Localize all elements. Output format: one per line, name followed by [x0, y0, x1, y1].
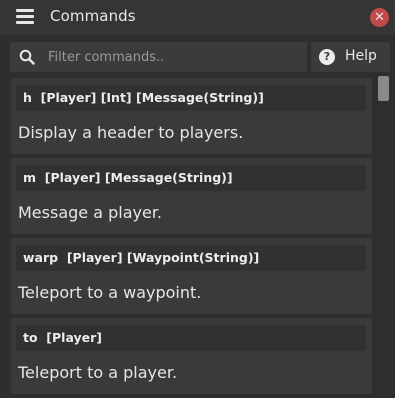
command-name: warp: [23, 250, 59, 265]
command-signature: to [Player]: [16, 325, 366, 351]
command-name: m: [23, 170, 37, 185]
close-button[interactable]: ✕: [370, 8, 389, 27]
window-title: Commands: [50, 7, 136, 25]
search-box[interactable]: [10, 42, 307, 72]
command-signature: warp [Player] [Waypoint(String)]: [16, 245, 366, 271]
title-bar: Commands ✕: [0, 0, 395, 35]
commands-window: Commands ✕ ? Help h [Player] [Int] [Mess…: [0, 0, 395, 398]
command-description: Teleport to a player.: [18, 363, 178, 382]
command-name: h: [23, 90, 32, 105]
command-list: h [Player] [Int] [Message(String)] Displ…: [0, 75, 375, 398]
vertical-scrollbar[interactable]: [377, 75, 390, 398]
scrollbar-thumb[interactable]: [378, 76, 389, 101]
command-signature: m [Player] [Message(String)]: [16, 165, 366, 191]
help-label: Help: [345, 48, 377, 64]
command-card-h: h [Player] [Int] [Message(String)] Displ…: [11, 78, 372, 154]
toolbar: ? Help: [0, 35, 395, 75]
command-card-warp: warp [Player] [Waypoint(String)] Telepor…: [11, 238, 372, 314]
command-card-m: m [Player] [Message(String)] Message a p…: [11, 158, 372, 234]
search-input[interactable]: [48, 47, 298, 67]
command-signature: h [Player] [Int] [Message(String)]: [16, 85, 366, 111]
hamburger-menu-icon[interactable]: [16, 9, 34, 25]
command-card-to: to [Player] Teleport to a player.: [11, 318, 372, 394]
close-icon: ✕: [374, 10, 385, 25]
question-mark-icon: ?: [319, 49, 335, 65]
command-name: to: [23, 330, 38, 345]
command-description: Message a player.: [18, 203, 163, 222]
command-args: [Player] [Int] [Message(String)]: [40, 90, 264, 105]
command-description: Teleport to a waypoint.: [18, 283, 202, 302]
command-args: [Player] [Message(String)]: [44, 170, 233, 185]
command-description: Display a header to players.: [18, 123, 244, 142]
help-button[interactable]: ? Help: [311, 42, 390, 72]
command-args: [Player] [Waypoint(String)]: [66, 250, 260, 265]
command-args: [Player]: [46, 330, 103, 345]
search-icon: [19, 49, 35, 65]
